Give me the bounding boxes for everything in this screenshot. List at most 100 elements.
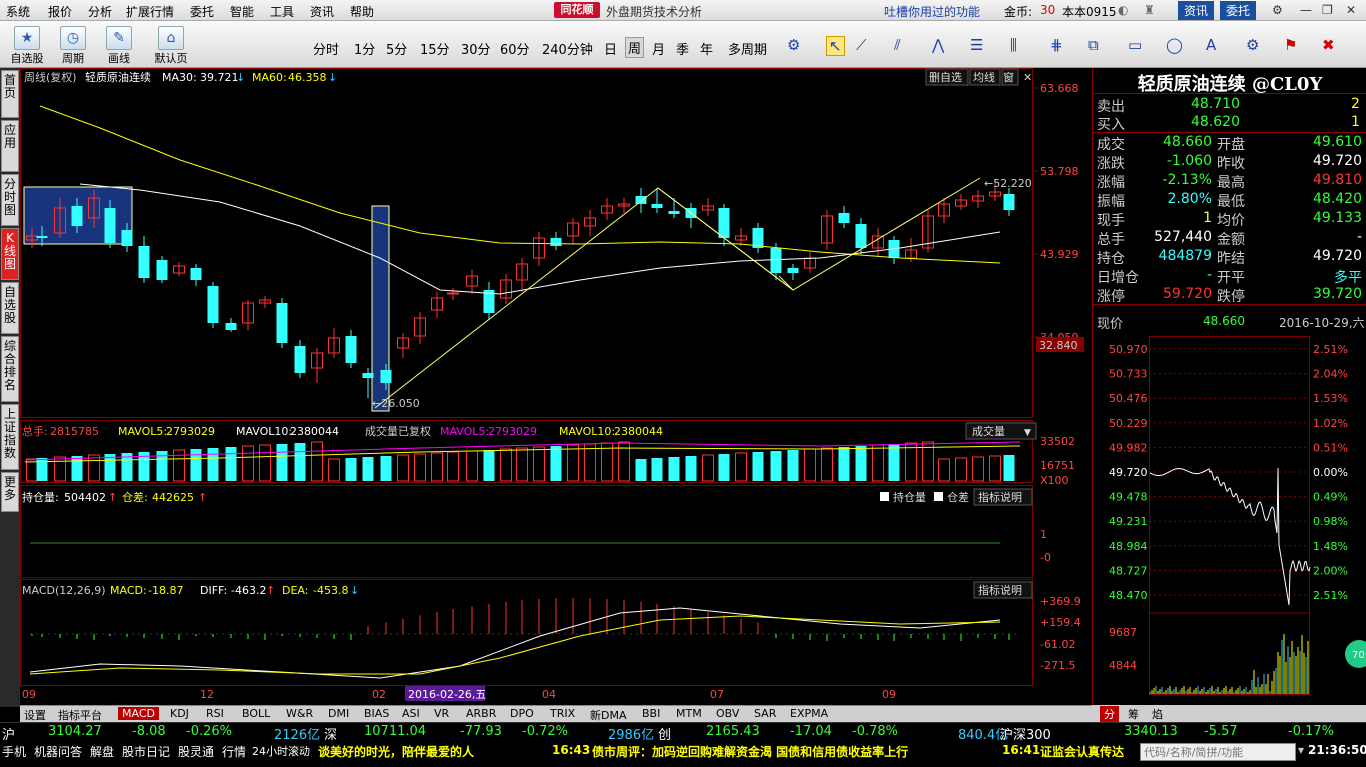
delete-tool-icon[interactable]: ✖: [1322, 36, 1335, 54]
close-icon[interactable]: ✕: [1346, 3, 1356, 17]
sh-index[interactable]: 3104.27: [48, 724, 102, 739]
oi-legend-swatch[interactable]: [880, 492, 889, 501]
tab-home[interactable]: 首页: [1, 70, 19, 118]
period-day[interactable]: 日: [604, 39, 617, 58]
period-multi[interactable]: 多周期: [728, 39, 767, 58]
menu-extended[interactable]: 扩展行情: [126, 3, 174, 20]
tab-minute[interactable]: 分: [1100, 706, 1119, 722]
tab-trix[interactable]: TRIX: [550, 707, 575, 720]
tab-ranking[interactable]: 综合排名: [1, 336, 19, 402]
status-diary[interactable]: 股市日记: [122, 743, 170, 760]
period-year[interactable]: 年: [700, 39, 713, 58]
tab-dpo[interactable]: DPO: [510, 707, 534, 720]
period-button[interactable]: ◷ 周期: [52, 24, 94, 66]
restore-icon[interactable]: ❐: [1322, 3, 1333, 17]
pattern-tool-icon[interactable]: ⧉: [1088, 36, 1099, 54]
draw-button[interactable]: ✎ 画线: [98, 24, 140, 66]
text-tool-icon[interactable]: A: [1206, 36, 1216, 54]
status-analysis[interactable]: 解盘: [90, 743, 114, 760]
parallel-tool-icon[interactable]: ⫽: [894, 36, 901, 54]
rect-tool-icon[interactable]: ▭: [1128, 36, 1142, 54]
period-month[interactable]: 月: [652, 39, 665, 58]
tab-new-dma[interactable]: 新DMA: [590, 707, 627, 723]
tab-macd[interactable]: MACD: [118, 707, 159, 720]
menu-tools[interactable]: 工具: [270, 3, 294, 20]
news-scroll-2[interactable]: 债市周评：加码逆回购难解资金渴 国债和信用债收益率上行: [592, 743, 908, 760]
tab-more[interactable]: 更多: [1, 472, 19, 512]
channel-tool-icon[interactable]: ⋕: [1050, 36, 1063, 54]
gear-icon[interactable]: ⚙: [1272, 3, 1283, 17]
fib-tool-icon[interactable]: ☰: [970, 36, 983, 54]
menu-analysis[interactable]: 分析: [88, 3, 112, 20]
bell-icon[interactable]: ◐: [1118, 3, 1128, 17]
period-intraday[interactable]: 分时: [313, 39, 339, 58]
tab-wr[interactable]: W&R: [286, 707, 313, 720]
search-input[interactable]: [1140, 743, 1296, 761]
tab-intraday[interactable]: 分时图: [1, 174, 19, 226]
shirt-icon[interactable]: ♜: [1144, 3, 1155, 17]
ellipse-tool-icon[interactable]: ◯: [1166, 36, 1183, 54]
tab-indicator-platform[interactable]: 指标平台: [58, 707, 102, 723]
intraday-mini-chart[interactable]: 50.970 50.733 50.476 50.229 49.982 49.720 49.4…: [1093, 336, 1366, 704]
mark-tool-icon[interactable]: ⚑: [1284, 36, 1297, 54]
oi-diff-legend-swatch[interactable]: [934, 492, 943, 501]
gann-tool-icon[interactable]: ⫼: [1010, 36, 1017, 54]
sz-index[interactable]: 10711.04: [364, 724, 426, 739]
period-30min[interactable]: 30分: [461, 39, 491, 58]
status-qa[interactable]: 机器问答: [34, 743, 82, 760]
news-scroll-3[interactable]: 证监会认真传达: [1040, 743, 1124, 760]
menu-trade[interactable]: 委托: [190, 3, 214, 20]
period-240min[interactable]: 240分钟: [542, 39, 593, 58]
line-tool-icon[interactable]: ⟋: [856, 36, 867, 54]
period-60min[interactable]: 60分: [500, 39, 530, 58]
period-quarter[interactable]: 季: [676, 39, 689, 58]
tab-mtm[interactable]: MTM: [676, 707, 702, 720]
tab-expma[interactable]: EXPMA: [790, 707, 828, 720]
tab-asi[interactable]: ASI: [402, 707, 420, 720]
tab-obv[interactable]: OBV: [716, 707, 739, 720]
tab-apps[interactable]: 应用: [1, 120, 19, 172]
status-mobile[interactable]: 手机: [2, 743, 26, 760]
tab-kdj[interactable]: KDJ: [170, 707, 189, 720]
chart-area[interactable]: 周线(复权) 轻质原油连续 MA30: 39.721 ↓ MA60: 46.35…: [20, 68, 1092, 707]
kline-chart[interactable]: 周线(复权) 轻质原油连续 MA30: 39.721 ↓ MA60: 46.35…: [20, 68, 1092, 705]
period-week[interactable]: 周: [625, 37, 645, 58]
search-arrow-icon[interactable]: ▾: [1298, 743, 1304, 757]
trade-button[interactable]: 委托: [1220, 1, 1257, 20]
news-scroll-1[interactable]: 谈美好的时光，陪伴最爱的人: [318, 743, 474, 760]
tab-vr[interactable]: VR: [434, 707, 449, 720]
panel-close-icon[interactable]: ✕: [1023, 71, 1032, 84]
menu-quote[interactable]: 报价: [48, 3, 72, 20]
menu-help[interactable]: 帮助: [350, 3, 374, 20]
tab-settings[interactable]: 设置: [24, 707, 46, 723]
cursor-icon[interactable]: ↖: [826, 36, 845, 56]
tab-boll[interactable]: BOLL: [242, 707, 270, 720]
minimize-icon[interactable]: —: [1300, 3, 1312, 17]
wave-tool-icon[interactable]: ⋀: [932, 36, 944, 54]
watchlist-button[interactable]: ★ 自选股: [6, 24, 48, 66]
tab-bias[interactable]: BIAS: [364, 707, 389, 720]
period-5min[interactable]: 5分: [386, 39, 407, 58]
cy-index[interactable]: 2165.43: [706, 724, 760, 739]
tab-arbr[interactable]: ARBR: [466, 707, 496, 720]
tab-flame[interactable]: 焰: [1152, 706, 1163, 722]
menu-smart[interactable]: 智能: [230, 3, 254, 20]
hs300-index[interactable]: 3340.13: [1124, 724, 1178, 739]
menu-news[interactable]: 资讯: [310, 3, 334, 20]
status-market[interactable]: 行情: [222, 743, 246, 760]
tab-chips[interactable]: 筹: [1128, 706, 1139, 722]
status-stock-link[interactable]: 股灵通: [178, 743, 214, 760]
tab-watchlist[interactable]: 自选股: [1, 282, 19, 334]
tab-sh-index[interactable]: 上证指数: [1, 404, 19, 470]
status-24h[interactable]: 24小时滚动: [252, 743, 310, 759]
tab-sar[interactable]: SAR: [754, 707, 776, 720]
settings-gear-icon[interactable]: ⚙: [787, 36, 800, 54]
menu-system[interactable]: 系统: [6, 3, 30, 20]
promo-link[interactable]: 吐槽你用过的功能: [884, 3, 980, 20]
tab-dmi[interactable]: DMI: [328, 707, 349, 720]
tab-rsi[interactable]: RSI: [206, 707, 224, 720]
tab-bbi[interactable]: BBI: [642, 707, 660, 720]
default-page-button[interactable]: ⌂ 默认页: [150, 24, 192, 66]
news-button[interactable]: 资讯: [1178, 1, 1215, 20]
tool-settings-icon[interactable]: ⚙: [1246, 36, 1259, 54]
